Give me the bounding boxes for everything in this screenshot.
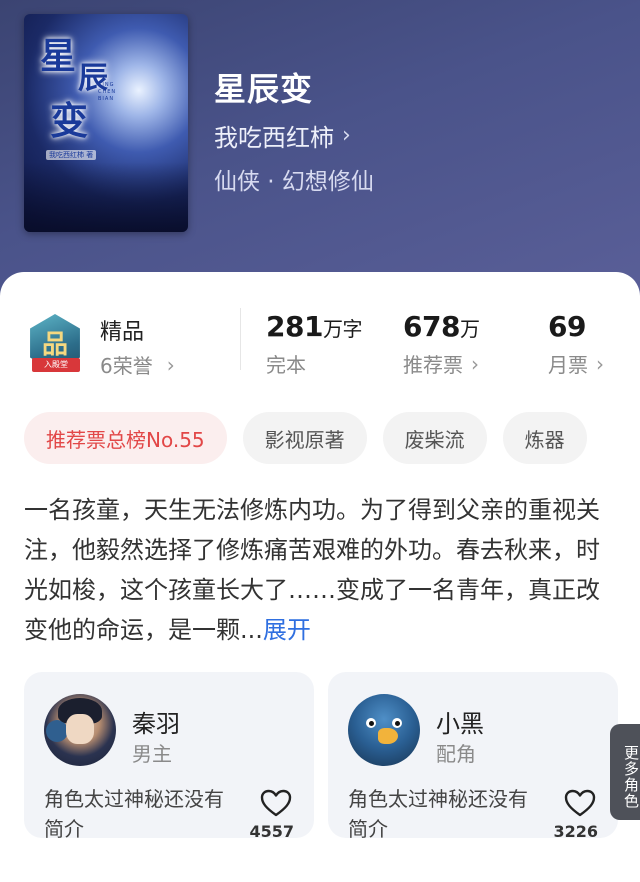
cover-title-char: 变: [50, 98, 89, 143]
badge-ribbon: 入殿堂: [32, 358, 80, 372]
cover-galaxy: [24, 162, 188, 232]
monthly-value: 69: [548, 310, 586, 343]
chevron-right-icon: ›: [596, 351, 604, 376]
recommend-unit: 万: [459, 317, 480, 341]
book-description: 一名孩童，天生无法修炼内功。为了得到父亲的重视关注，他毅然选择了修炼痛苦艰难的外…: [24, 490, 616, 650]
role-name: 秦羽: [132, 710, 180, 738]
monthly-label: 月票: [548, 353, 588, 377]
quality-title: 精品: [100, 320, 145, 345]
book-header: 星 辰 变 XING CHEN BIAN 我吃西红柿 著 星辰变 我吃西红柿 ›…: [0, 0, 640, 300]
tag-item[interactable]: 炼器: [502, 412, 587, 464]
bird-avatar-icon: [348, 694, 420, 766]
word-count-label: 完本: [266, 353, 306, 377]
chevron-right-icon: ›: [471, 351, 479, 376]
cover-title-char: 星: [40, 35, 77, 77]
role-card[interactable]: 小黑 配角 角色太过神秘还没有简介 3226: [328, 672, 618, 841]
word-count-value: 281: [266, 310, 323, 343]
honor-count: 6荣誉: [100, 354, 153, 378]
cover-author: 我吃西红柿 著: [46, 150, 97, 160]
stat-monthly-tickets[interactable]: 69 月票 ›: [548, 310, 604, 378]
word-count-unit: 万字: [322, 317, 363, 341]
book-title: 星辰变: [214, 70, 314, 108]
role-type: 配角: [436, 742, 476, 766]
heart-icon[interactable]: [564, 788, 596, 818]
description-text: 一名孩童，天生无法修炼内功。为了得到父亲的重视关注，他毅然选择了修炼痛苦艰难的外…: [24, 496, 600, 644]
stat-recommend-tickets[interactable]: 678万 推荐票 ›: [403, 310, 480, 378]
role-type: 男主: [132, 742, 172, 766]
book-cover[interactable]: 星 辰 变 XING CHEN BIAN 我吃西红柿 著: [24, 14, 188, 232]
role-name: 小黑: [436, 710, 484, 738]
tag-item[interactable]: 废柴流: [382, 412, 487, 464]
more-roles-button[interactable]: 更多角色: [610, 724, 640, 820]
role-intro: 角色太过神秘还没有简介: [44, 787, 224, 841]
chevron-right-icon: ›: [166, 352, 175, 377]
tag-item[interactable]: 影视原著: [242, 412, 367, 464]
tag-ranking[interactable]: 推荐票总榜No.55: [24, 412, 227, 464]
hero-avatar-icon: [44, 694, 116, 766]
like-count: 4557: [249, 822, 294, 841]
stat-word-count: 281万字 完本: [266, 310, 362, 378]
author-link[interactable]: 我吃西红柿 ›: [214, 118, 351, 153]
quality-badge[interactable]: 品 入殿堂: [26, 314, 86, 376]
recommend-value: 678: [403, 310, 460, 343]
role-intro: 角色太过神秘还没有简介: [348, 787, 528, 841]
tag-list: 推荐票总榜No.55 影视原著 废柴流 炼器: [24, 412, 587, 464]
role-card[interactable]: 秦羽 男主 角色太过神秘还没有简介 4557: [24, 672, 314, 841]
author-name: 我吃西红柿: [214, 124, 334, 152]
cover-subtitle: XING CHEN BIAN: [98, 82, 117, 102]
like-count: 3226: [553, 822, 598, 841]
heart-icon[interactable]: [260, 788, 292, 818]
expand-link[interactable]: 展开: [263, 616, 311, 644]
recommend-label: 推荐票: [403, 353, 463, 377]
honor-link[interactable]: 6荣誉 ›: [100, 350, 175, 379]
book-genre[interactable]: 仙侠 · 幻想修仙: [214, 162, 374, 196]
badge-glyph: 品: [42, 330, 69, 360]
chevron-right-icon: ›: [342, 123, 351, 148]
stats-divider: [240, 308, 241, 370]
